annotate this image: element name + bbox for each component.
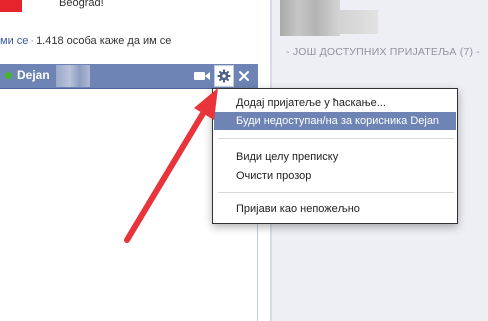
- menu-separator: [218, 138, 454, 139]
- menu-separator: [218, 192, 454, 193]
- like-count-text[interactable]: 1.418 особа каже да им се: [36, 35, 171, 47]
- like-link[interactable]: ми се: [0, 35, 28, 47]
- menu-item-add-friends[interactable]: Додај пријатеље у ћаскање...: [214, 94, 456, 112]
- post-like-summary: ми се · 1.418 особа каже да им се: [0, 35, 205, 48]
- separator-dot: ·: [30, 35, 35, 47]
- gear-icon: [217, 69, 231, 83]
- more-online-friends-title[interactable]: - ЈОШ ДОСТУПНИХ ПРИЈАТЕЉА (7) -: [286, 46, 480, 58]
- section-dash-right: -: [473, 46, 481, 58]
- chat-options-menu: Додај пријатеље у ћаскање... Буди недост…: [212, 88, 458, 224]
- post-image-thumbnail[interactable]: [0, 0, 22, 12]
- menu-item-report-spam[interactable]: Пријави као непожељно: [214, 200, 456, 218]
- blurred-surname: [56, 65, 90, 87]
- online-dot-icon: [5, 72, 12, 79]
- chat-contact-name[interactable]: Dejan: [17, 68, 50, 82]
- menu-item-go-offline[interactable]: Буди недоступан/на за корисника Dejan: [214, 112, 456, 130]
- blurred-friend-photo[interactable]: [280, 0, 340, 36]
- close-icon[interactable]: [238, 70, 250, 82]
- section-dash-left: -: [286, 46, 293, 58]
- video-icon[interactable]: [194, 70, 210, 82]
- section-title-label: ЈОШ ДОСТУПНИХ ПРИЈАТЕЉА (7): [292, 46, 474, 58]
- post-location-text: Beograd!: [59, 0, 104, 9]
- chat-options-button[interactable]: [214, 65, 234, 87]
- menu-item-see-full-conversation[interactable]: Види целу преписку: [214, 148, 456, 166]
- menu-item-clear-window[interactable]: Очисти прозор: [214, 167, 456, 185]
- blurred-friend-name[interactable]: [340, 10, 378, 34]
